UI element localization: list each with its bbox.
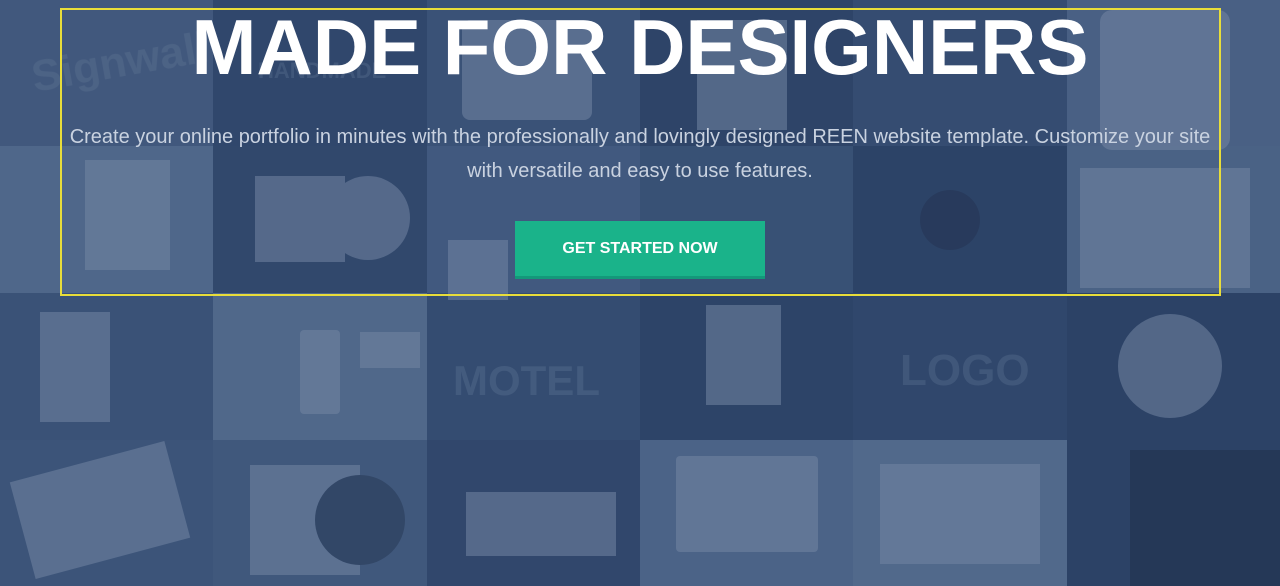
hero-headline: MADE FOR DESIGNERS xyxy=(191,3,1089,91)
get-started-button[interactable]: GET STARTED NOW xyxy=(515,221,765,279)
hero-section: Signwall HANDMADE MOTEL LOGO MADE FOR DE… xyxy=(0,0,1280,586)
hero-subtitle: Create your online portfolio in minutes … xyxy=(69,126,1211,182)
